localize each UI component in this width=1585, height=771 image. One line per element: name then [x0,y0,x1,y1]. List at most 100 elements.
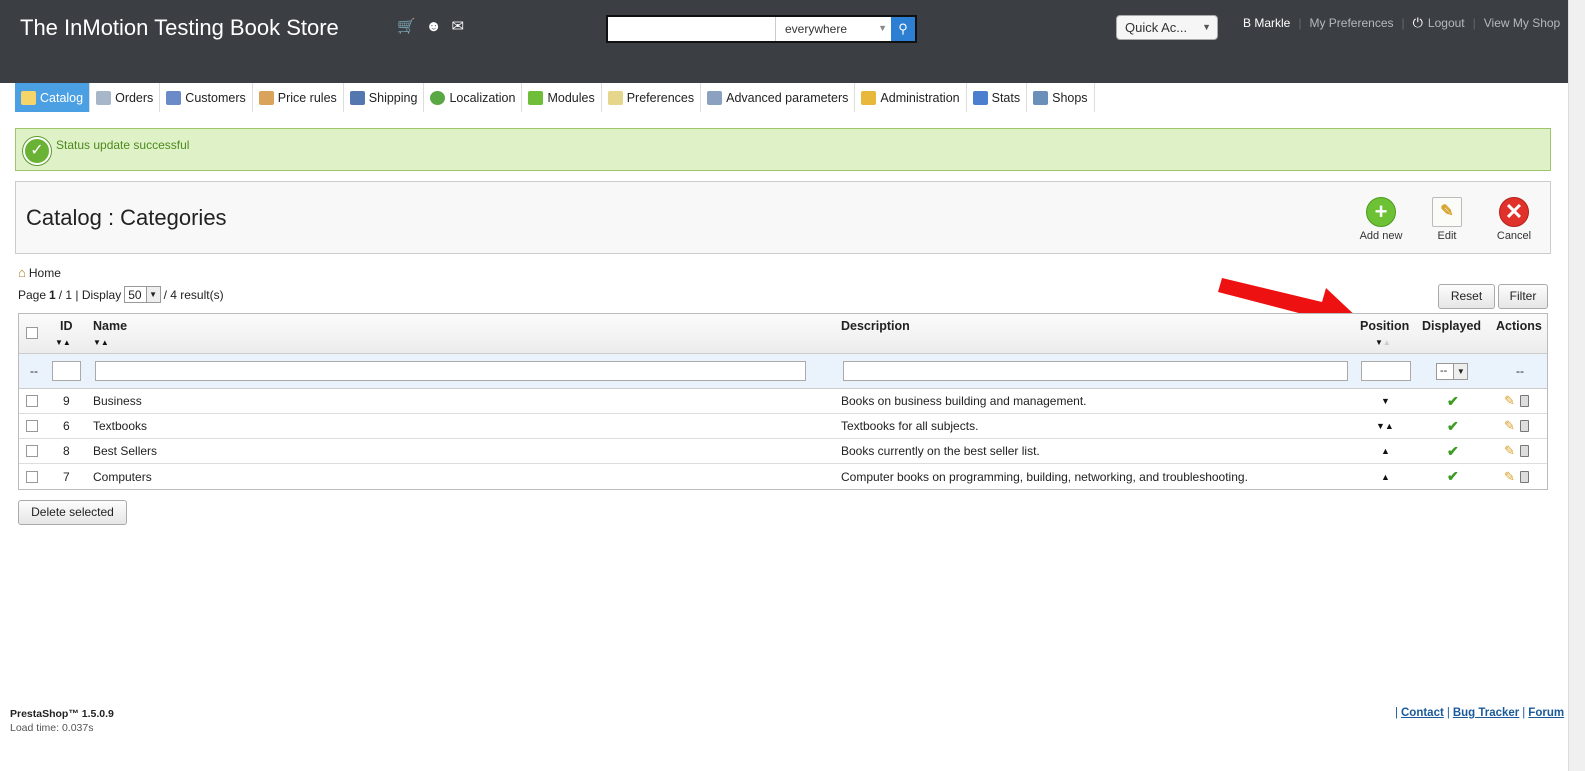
table-row[interactable]: 7 Computers Computer books on programmin… [19,464,1547,489]
tab-label: Modules [547,90,595,105]
tab-label: Customers [185,90,246,105]
sort-arrows-icon[interactable]: ▼▲ [93,338,109,347]
position-arrows-icon[interactable]: ▼ [1381,389,1390,413]
tab-catalog[interactable]: Catalog [15,83,91,112]
tab-stats[interactable]: Stats [966,83,1028,112]
edit-icon[interactable]: ✎ [1504,469,1515,485]
row-checkbox[interactable] [26,420,38,432]
view-my-shop-link[interactable]: View My Shop [1484,16,1560,30]
row-checkbox[interactable] [26,445,38,457]
trash-icon[interactable] [1519,445,1529,457]
row-name: Computers [93,469,152,484]
cart-icon[interactable]: 🛒 [397,18,416,36]
per-page-select[interactable]: 50 ▼ [124,286,161,303]
sort-arrows-icon[interactable]: ▼▲ [55,338,71,347]
footer-info: PrestaShop™ 1.5.0.9 Load time: 0.037s [10,707,114,735]
chevron-down-icon: ▼ [1453,363,1468,379]
search-box: everywhere ▼ ⚲ [606,15,917,43]
col-name: Name [93,319,128,333]
filter-displayed-value: -- [1440,365,1448,377]
cancel-button[interactable]: ✕ Cancel [1484,197,1544,242]
quick-access-select[interactable]: Quick Ac... ▼ [1116,15,1218,40]
categories-table: ID ▼▲ Name ▼▲ Description Position ▼▲ Di… [18,313,1548,490]
row-description: Computer books on programming, building,… [841,469,1248,484]
position-arrows-icon[interactable]: ▲ [1381,439,1390,463]
filter-button[interactable]: Filter [1498,284,1548,309]
row-id: 8 [63,444,70,458]
edit-icon[interactable]: ✎ [1504,418,1515,434]
tab-price-rules[interactable]: Price rules [252,83,344,112]
table-header-row: ID ▼▲ Name ▼▲ Description Position ▼▲ Di… [19,314,1547,354]
tab-label: Price rules [277,90,337,105]
filter-id-input[interactable] [52,361,81,381]
tab-localization[interactable]: Localization [424,83,523,112]
logout-link[interactable]: Logout [1428,16,1465,30]
separator: | [1298,16,1302,30]
search-input[interactable] [608,17,774,41]
quick-access-label: Quick Ac... [1125,20,1188,35]
page-title: Catalog : Categories [26,205,227,230]
select-all-cell [26,314,38,353]
edit-icon[interactable]: ✎ [1504,393,1515,409]
row-description: Books on business building and managemen… [841,394,1087,408]
row-id: 7 [63,469,70,484]
close-icon: ✕ [1499,197,1529,227]
contact-link[interactable]: Contact [1401,707,1444,719]
main-tabs: Catalog Orders Customers Price rules Shi… [15,83,1095,112]
customers-notify-icon[interactable]: ☻ [426,18,442,36]
sort-arrows-icon[interactable]: ▼▲ [1375,338,1391,347]
col-description: Description [841,319,910,333]
filter-displayed-select[interactable]: -- ▼ [1436,362,1469,380]
filter-name-input[interactable] [95,361,806,381]
tab-preferences[interactable]: Preferences [601,83,702,112]
trash-icon[interactable] [1519,470,1529,483]
displayed-check-icon[interactable]: ✔ [1447,389,1459,413]
search-scope-select[interactable]: everywhere ▼ [775,17,893,41]
col-displayed: Displayed [1422,319,1482,333]
page-total-text: / 1 | Display [58,287,122,302]
breadcrumb-home[interactable]: Home [29,266,61,280]
tab-shipping[interactable]: Shipping [343,83,425,112]
tab-orders[interactable]: Orders [90,83,161,112]
table-row[interactable]: 6 Textbooks Textbooks for all subjects. … [19,414,1547,439]
pagination: Page 1 / 1 | Display 50 ▼ / 4 result(s) [18,286,224,303]
edit-icon[interactable]: ✎ [1504,443,1515,459]
position-arrows-icon[interactable]: ▼▲ [1376,414,1394,438]
messages-icon[interactable]: ✉ [451,18,464,36]
row-checkbox[interactable] [26,470,38,483]
vertical-scrollbar[interactable] [1568,0,1585,771]
trash-icon[interactable] [1519,420,1529,432]
forum-link[interactable]: Forum [1528,707,1564,719]
displayed-check-icon[interactable]: ✔ [1447,439,1459,463]
tab-modules[interactable]: Modules [522,83,602,112]
tab-shops[interactable]: Shops [1027,83,1095,112]
row-description: Books currently on the best seller list. [841,444,1040,458]
edit-button[interactable]: ✎ Edit [1417,197,1477,242]
tab-label: Administration [880,90,960,105]
delete-selected-button[interactable]: Delete selected [18,500,127,525]
chevron-down-icon: ▼ [145,287,160,302]
select-all-checkbox[interactable] [26,327,38,339]
search-button[interactable]: ⚲ [891,17,915,41]
edit-icon: ✎ [1432,197,1462,227]
search-scope-label: everywhere [785,22,848,36]
filter-description-input[interactable] [843,361,1348,381]
table-row[interactable]: 9 Business Books on business building an… [19,389,1547,414]
tab-administration[interactable]: Administration [855,83,967,112]
tab-advanced-parameters[interactable]: Advanced parameters [701,83,856,112]
my-preferences-link[interactable]: My Preferences [1309,16,1393,30]
displayed-check-icon[interactable]: ✔ [1447,414,1459,438]
tab-customers[interactable]: Customers [160,83,253,112]
bug-tracker-link[interactable]: Bug Tracker [1453,707,1519,719]
cancel-label: Cancel [1496,230,1532,242]
table-row[interactable]: 8 Best Sellers Books currently on the be… [19,439,1547,464]
add-new-button[interactable]: + Add new [1351,197,1411,242]
row-checkbox[interactable] [26,395,38,407]
filter-position-input[interactable] [1361,361,1411,381]
chevron-down-icon: ▼ [878,23,887,33]
trash-icon[interactable] [1519,395,1529,407]
displayed-check-icon[interactable]: ✔ [1447,464,1459,489]
position-arrows-icon[interactable]: ▲ [1381,464,1390,489]
reset-button[interactable]: Reset [1438,284,1495,309]
catalog-icon [21,90,36,105]
